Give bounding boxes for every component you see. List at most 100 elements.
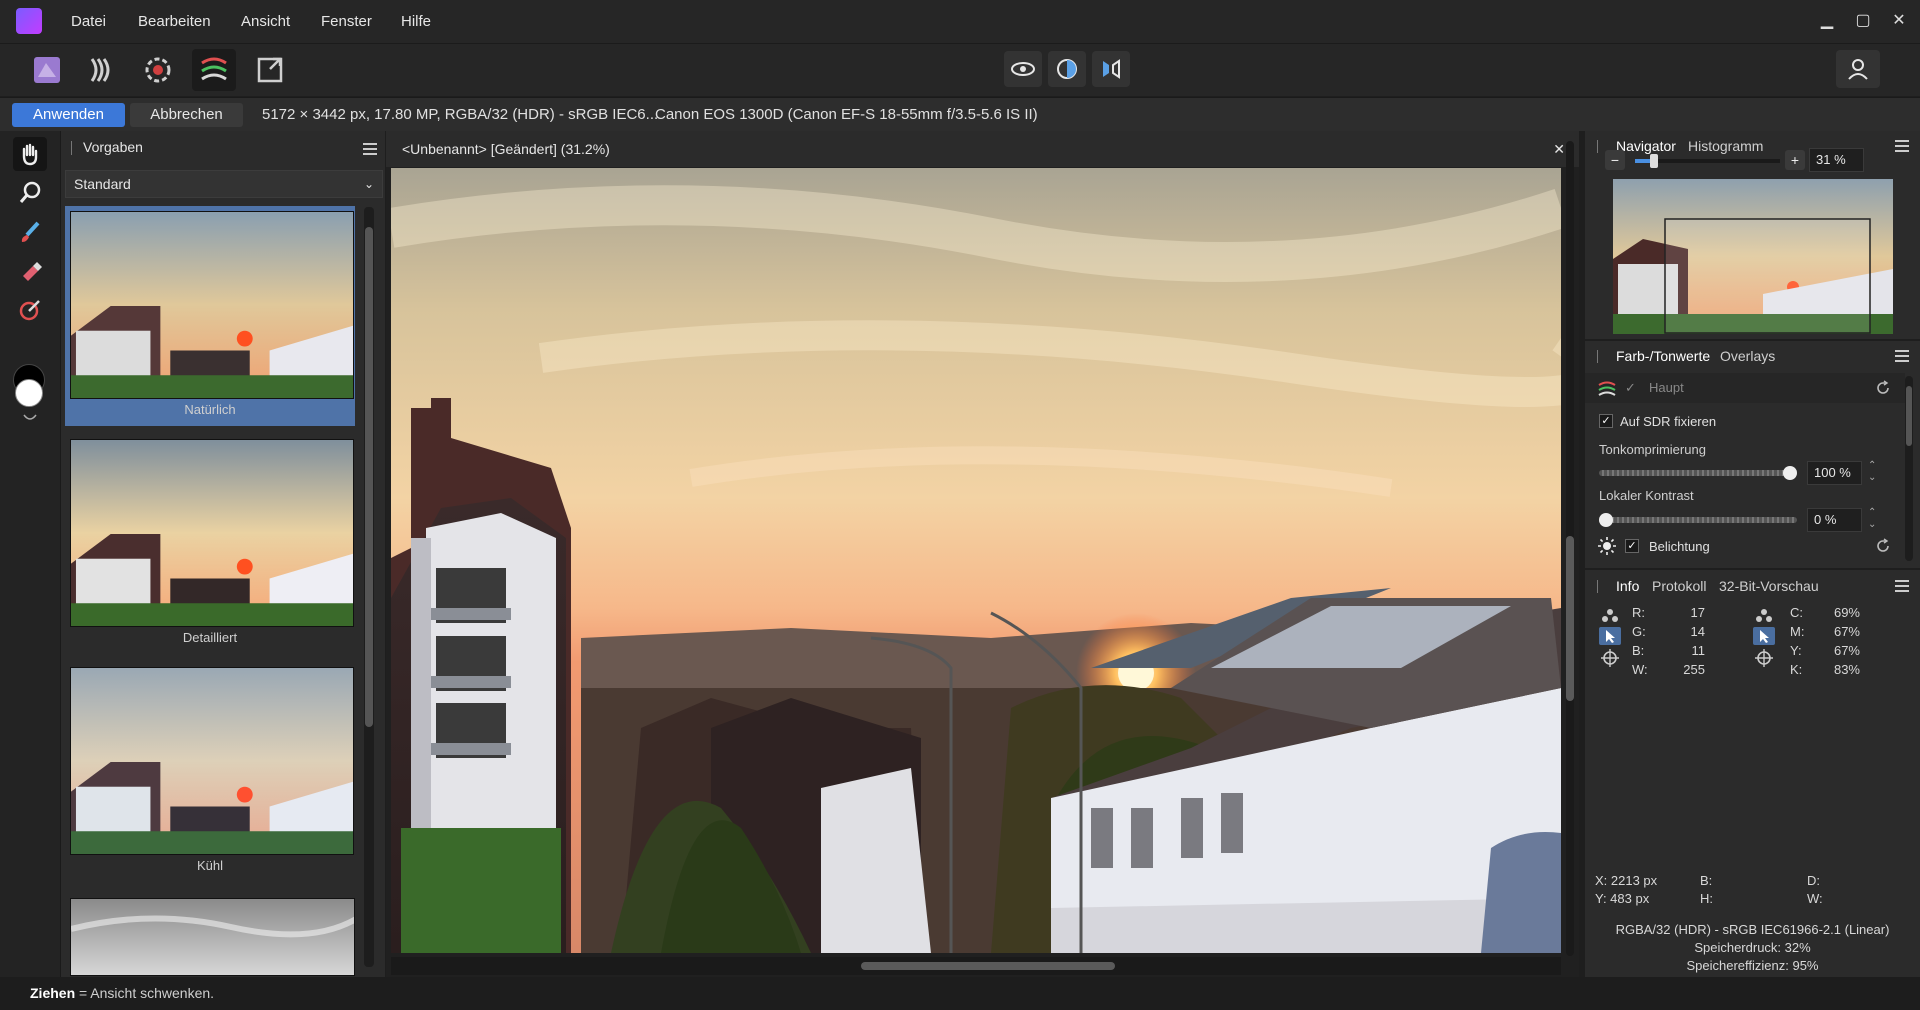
- tab-overlays[interactable]: Overlays: [1720, 341, 1775, 371]
- crosshair-icon[interactable]: [1755, 649, 1773, 667]
- navigator-preview[interactable]: [1613, 179, 1893, 334]
- panel-menu-icon[interactable]: [363, 143, 377, 155]
- camera-info-text: Canon EOS 1300D (Canon EF-S 18-55mm f/3.…: [655, 106, 1038, 123]
- w-label: W:: [1807, 891, 1823, 906]
- pointer-sample-button[interactable]: [1753, 627, 1775, 645]
- brush-tool[interactable]: [13, 215, 47, 249]
- account-button[interactable]: [1836, 50, 1880, 88]
- color-samples-icon: [1756, 609, 1772, 622]
- preset-label: Kühl: [196, 858, 224, 873]
- panel-menu-icon[interactable]: [1895, 140, 1909, 152]
- canvas-horizontal-scrollbar[interactable]: [391, 957, 1561, 975]
- zoom-in-button[interactable]: +: [1785, 150, 1805, 170]
- split-view-button[interactable]: [1048, 51, 1086, 87]
- minimize-button[interactable]: ▁: [1816, 10, 1838, 32]
- memory-pressure: Speicherdruck: 32%: [1694, 940, 1811, 955]
- color-samples-icon: [1602, 609, 1618, 622]
- zoom-slider[interactable]: [1635, 154, 1780, 168]
- preset-thumbnail: [70, 439, 354, 627]
- c-key: C:: [1790, 605, 1803, 620]
- tone-mapping-persona-button[interactable]: [192, 49, 236, 91]
- tonkomprimierung-slider[interactable]: [1599, 466, 1797, 480]
- menu-ansicht[interactable]: Ansicht: [241, 0, 290, 43]
- kontrast-slider[interactable]: [1599, 513, 1797, 527]
- tab-histogramm[interactable]: Histogramm: [1688, 131, 1763, 161]
- preset-item-kuehl[interactable]: Kühl: [65, 662, 355, 882]
- export-persona-button[interactable]: [248, 49, 292, 91]
- liquify-persona-button[interactable]: [80, 49, 124, 91]
- preset-item-natuerlich[interactable]: Natürlich: [65, 206, 355, 426]
- swap-colors-icon[interactable]: [22, 411, 38, 423]
- menu-bearbeiten[interactable]: Bearbeiten: [138, 0, 211, 43]
- tools-panel: [0, 131, 60, 977]
- canvas-vertical-scrollbar[interactable]: [1566, 141, 1574, 956]
- x-position: X: 2213 px: [1595, 873, 1658, 888]
- eraser-tool[interactable]: [13, 254, 47, 288]
- kontrast-value[interactable]: 0 %: [1807, 508, 1862, 532]
- zoom-out-button[interactable]: −: [1605, 150, 1625, 170]
- stepper-icon[interactable]: ⌃ ⌄: [1868, 507, 1876, 531]
- d-label: D:: [1807, 873, 1820, 888]
- gradient-tool[interactable]: [13, 293, 47, 327]
- hand-icon: [22, 143, 38, 166]
- sdr-checkbox[interactable]: ✓: [1599, 414, 1613, 428]
- apply-button[interactable]: Anwenden: [12, 103, 125, 127]
- cancel-button[interactable]: Abbrechen: [130, 103, 243, 127]
- reset-icon[interactable]: [1875, 380, 1891, 396]
- status-description: = Ansicht schwenken.: [75, 985, 215, 1001]
- slider-handle[interactable]: [1783, 466, 1797, 480]
- crosshair-icon[interactable]: [1601, 649, 1619, 667]
- scroll-thumb[interactable]: [1566, 536, 1574, 701]
- zoom-slider-handle[interactable]: [1650, 154, 1658, 168]
- photo-persona-button[interactable]: [24, 49, 68, 91]
- stepper-icon[interactable]: ⌃ ⌄: [1868, 460, 1876, 484]
- close-document-button[interactable]: ✕: [1553, 131, 1565, 167]
- photo-canvas[interactable]: [391, 168, 1561, 953]
- belichtung-section[interactable]: ✓ Belichtung: [1585, 531, 1905, 561]
- zoom-tool[interactable]: [13, 176, 47, 210]
- g-key: G:: [1632, 624, 1646, 639]
- haupt-section[interactable]: ✓ Haupt: [1585, 373, 1905, 403]
- belichtung-checkbox[interactable]: ✓: [1625, 539, 1639, 553]
- tonkomprimierung-value[interactable]: 100 %: [1807, 461, 1862, 485]
- tone-curves-icon: [1598, 381, 1616, 396]
- tab-32bit-vorschau[interactable]: 32-Bit-Vorschau: [1719, 571, 1819, 601]
- image-info-text: 5172 × 3442 px, 17.80 MP, RGBA/32 (HDR) …: [262, 106, 659, 123]
- primary-color-swatch[interactable]: [15, 379, 43, 407]
- scroll-thumb[interactable]: [1906, 386, 1912, 446]
- zoom-field[interactable]: 31 %: [1809, 148, 1864, 172]
- adjust-panel-header: Farb-/Tonwerte Overlays: [1585, 341, 1920, 371]
- sdr-label: Auf SDR fixieren: [1620, 414, 1717, 429]
- mirror-view-button[interactable]: [1092, 51, 1130, 87]
- preset-item-detailliert[interactable]: Detailliert: [65, 434, 355, 654]
- preset-category-select[interactable]: Standard ⌄: [65, 170, 383, 198]
- tab-info[interactable]: Info: [1616, 571, 1639, 601]
- affinity-photo-logo-icon: [16, 8, 42, 34]
- hand-tool[interactable]: [13, 137, 47, 171]
- adjust-scrollbar[interactable]: [1905, 376, 1913, 561]
- scroll-thumb[interactable]: [365, 227, 373, 727]
- tab-vorgaben[interactable]: Vorgaben: [83, 139, 143, 155]
- panel-menu-icon[interactable]: [1895, 350, 1909, 362]
- pointer-sample-button[interactable]: [1599, 627, 1621, 645]
- tab-farb-tonwerte[interactable]: Farb-/Tonwerte: [1616, 341, 1710, 371]
- tab-protokoll[interactable]: Protokoll: [1652, 571, 1706, 601]
- panel-menu-icon[interactable]: [1895, 580, 1909, 592]
- reset-icon[interactable]: [1875, 538, 1891, 554]
- menu-hilfe[interactable]: Hilfe: [401, 0, 431, 43]
- slider-handle[interactable]: [1599, 513, 1613, 527]
- preset-item-partial[interactable]: [70, 898, 355, 976]
- maximize-button[interactable]: ▢: [1852, 10, 1874, 32]
- menu-fenster[interactable]: Fenster: [321, 0, 372, 43]
- presets-scrollbar[interactable]: [364, 207, 374, 967]
- document-tab[interactable]: <Unbenannt> [Geändert] (31.2%) ✕: [386, 131, 1579, 167]
- tone-mapping-persona-icon: [201, 57, 227, 81]
- h-label: H:: [1700, 891, 1713, 906]
- develop-persona-button[interactable]: [136, 49, 180, 91]
- context-toolbar: Anwenden Abbrechen 5172 × 3442 px, 17.80…: [0, 97, 1920, 131]
- scroll-thumb[interactable]: [861, 962, 1115, 970]
- close-window-button[interactable]: ✕: [1888, 10, 1910, 32]
- preset-thumbnail: [71, 899, 354, 975]
- view-mode-button[interactable]: [1004, 51, 1042, 87]
- menu-datei[interactable]: Datei: [71, 0, 106, 43]
